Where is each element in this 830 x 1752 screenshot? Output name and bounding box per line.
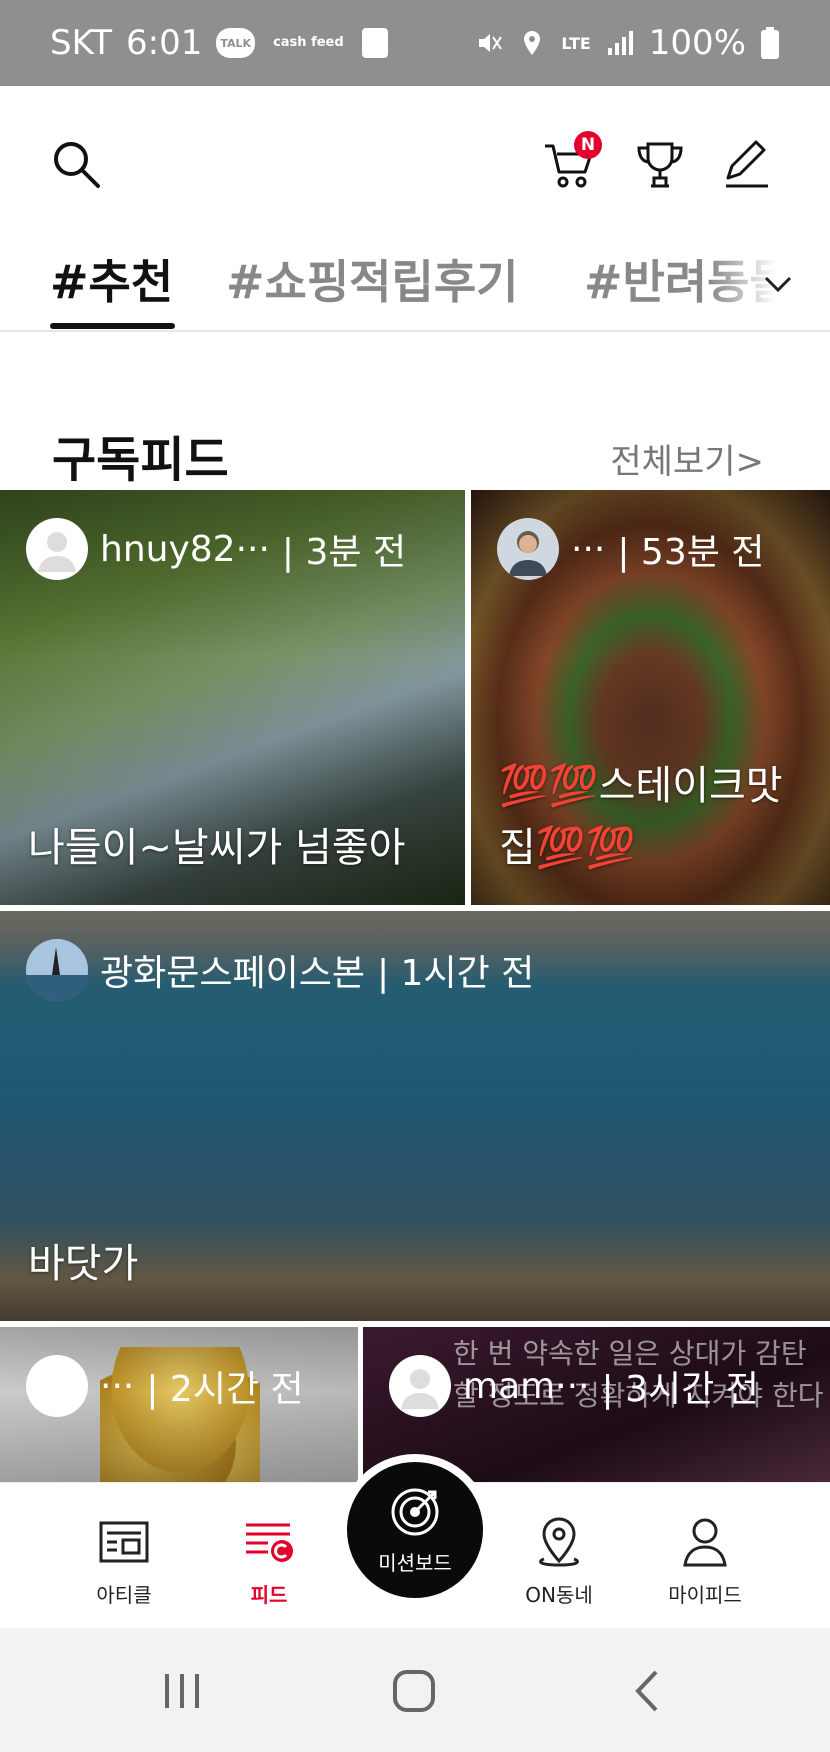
mute-icon: [479, 34, 503, 52]
card-meta: ··· | 2시간 전: [26, 1355, 304, 1417]
nav-on-dongne[interactable]: ON동네: [504, 1513, 614, 1608]
location-icon: [524, 31, 541, 55]
card-time: | 3시간 전: [601, 1369, 759, 1410]
avatar[interactable]: [389, 1355, 451, 1417]
article-icon: [99, 1521, 149, 1563]
card-author: 광화문스페이스본: [100, 953, 365, 994]
nav-article[interactable]: 아티클: [69, 1513, 179, 1608]
feed-card[interactable]: 한 번 약속한 일은 상대가 감탄할 정도로 정확하게 지켜야 한다 mam··…: [363, 1327, 830, 1487]
card-title: 바닷가: [28, 1241, 139, 1287]
mission-board-button[interactable]: 미션보드: [347, 1462, 483, 1598]
battery-icon: [761, 27, 779, 59]
default-avatar-icon: [38, 532, 76, 572]
app-header: [0, 86, 830, 236]
landscape-avatar-icon: [26, 939, 88, 1001]
target-icon: [391, 1488, 439, 1535]
section-title: 구독피드: [52, 432, 229, 488]
carrier-label: SKT: [50, 23, 113, 63]
avatar[interactable]: [26, 939, 88, 1001]
active-tab-indicator: [50, 323, 175, 329]
recent-apps-icon[interactable]: [157, 1666, 207, 1716]
nav-label: 아티클: [96, 1583, 152, 1607]
feed-card[interactable]: ··· | 53분 전 💯💯스테이크맛집💯💯: [471, 490, 830, 905]
category-tabs: #추천 #쇼핑적립후기 #반려동물: [0, 236, 830, 332]
card-meta: 광화문스페이스본 | 1시간 전: [26, 939, 534, 1001]
cash-feed-icon: cash feed: [273, 35, 344, 50]
person-icon: [683, 1518, 727, 1567]
cart-new-badge: N: [574, 131, 602, 159]
feed-card[interactable]: hnuy82··· | 3분 전 나들이~날씨가 넘좋아: [0, 490, 465, 905]
time-label: 6:01: [126, 23, 203, 63]
chevron-down-icon[interactable]: [760, 266, 796, 302]
avatar[interactable]: [26, 518, 88, 580]
user-photo-icon: [509, 531, 547, 576]
search-icon[interactable]: [48, 136, 104, 192]
card-author: hnuy82···: [100, 528, 270, 570]
nav-feed[interactable]: 피드: [214, 1513, 324, 1608]
network-label: LTE: [561, 33, 591, 53]
card-author: mam···: [463, 1365, 590, 1407]
trophy-icon[interactable]: [632, 136, 688, 192]
card-author: ···: [571, 528, 606, 570]
nav-label: 미션보드: [378, 1550, 452, 1575]
card-time: | 3분 전: [281, 532, 407, 573]
home-icon[interactable]: [389, 1666, 439, 1716]
avatar[interactable]: [26, 1355, 88, 1417]
signal-icon: [607, 31, 633, 55]
pencil-icon[interactable]: [718, 136, 774, 192]
talk-icon: TALK: [216, 28, 256, 58]
nav-label: 마이피드: [668, 1583, 742, 1607]
tab-recommended[interactable]: #추천: [50, 246, 173, 312]
feed-icon: [246, 1523, 293, 1562]
clock-app-icon: [361, 28, 388, 58]
card-time: | 53분 전: [617, 532, 765, 573]
back-icon[interactable]: [622, 1666, 672, 1716]
feed-card[interactable]: ··· | 2시간 전: [0, 1327, 358, 1487]
status-bar: SKT 6:01 TALK cash feed LTE 100%: [0, 0, 830, 86]
tab-shopping-review[interactable]: #쇼핑적립후기: [226, 246, 518, 312]
card-title: 💯💯스테이크맛집💯💯: [499, 763, 783, 871]
nav-label: 피드: [250, 1583, 288, 1607]
card-time: | 1시간 전: [376, 953, 535, 994]
battery-label: 100%: [648, 23, 746, 63]
avatar[interactable]: [497, 518, 559, 580]
feed-card[interactable]: 광화문스페이스본 | 1시간 전 바닷가: [0, 911, 830, 1321]
default-avatar-icon: [401, 1369, 439, 1409]
system-nav-bar: [0, 1628, 830, 1752]
see-all-link[interactable]: 전체보기>: [610, 434, 764, 483]
card-time: | 2시간 전: [146, 1369, 304, 1410]
card-meta: hnuy82··· | 3분 전: [26, 518, 406, 580]
nav-my-feed[interactable]: 마이피드: [650, 1513, 760, 1608]
card-meta: mam··· | 3시간 전: [389, 1355, 759, 1417]
location-pin-icon: [539, 1517, 579, 1567]
card-meta: ··· | 53분 전: [497, 518, 764, 580]
card-title: 나들이~날씨가 넘좋아: [28, 825, 406, 871]
nav-label: ON동네: [525, 1583, 593, 1607]
card-author: ···: [100, 1365, 135, 1407]
